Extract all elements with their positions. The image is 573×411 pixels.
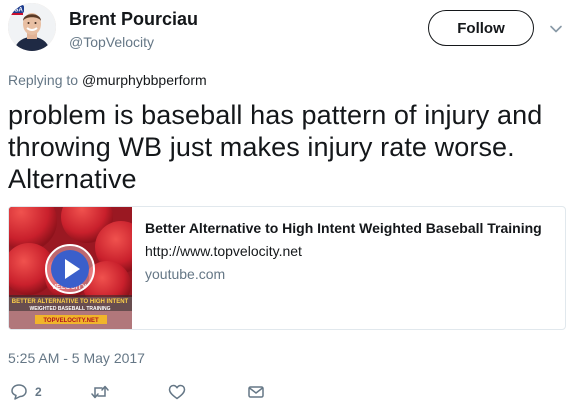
avatar[interactable]: USA: [8, 3, 56, 51]
reply-icon: [10, 383, 28, 401]
like-action[interactable]: [168, 383, 186, 401]
link-card[interactable]: VELOCITY BETTER ALTERNATIVE TO HIGH INTE…: [8, 206, 566, 330]
user-name[interactable]: Brent Pourciau: [69, 9, 198, 29]
replying-mention-link[interactable]: @murphybbperform: [82, 72, 207, 88]
card-title: Better Alternative to High Intent Weight…: [145, 220, 542, 236]
tweet: USA Brent Pourciau @TopVelocity Follow R…: [0, 0, 573, 411]
envelope-icon: [247, 383, 265, 401]
retweet-action[interactable]: [90, 383, 110, 401]
user-handle[interactable]: @TopVelocity: [69, 33, 154, 51]
thumb-brand: TOPVELOCITY.NET: [43, 318, 99, 324]
reply-count: 2: [35, 385, 42, 399]
card-thumbnail[interactable]: VELOCITY BETTER ALTERNATIVE TO HIGH INTE…: [9, 207, 132, 329]
thumb-caption-line1: BETTER ALTERNATIVE TO HIGH INTENT: [12, 299, 129, 305]
thumb-caption-line2: WEIGHTED BASEBALL TRAINING: [29, 306, 110, 312]
card-domain: youtube.com: [145, 266, 226, 282]
reply-action[interactable]: 2: [10, 383, 42, 401]
avatar-image: USA: [8, 3, 56, 51]
follow-button[interactable]: Follow: [428, 10, 534, 46]
chevron-down-icon[interactable]: [549, 22, 563, 36]
avatar-badge: USA: [10, 8, 23, 14]
retweet-icon: [90, 383, 110, 401]
play-icon[interactable]: [44, 243, 96, 295]
tweet-text: problem is baseball has pattern of injur…: [8, 100, 543, 194]
replying-to: Replying to @murphybbperform: [8, 71, 207, 89]
message-action[interactable]: [247, 383, 265, 401]
card-description: http://www.topvelocity.net: [145, 243, 302, 259]
replying-prefix: Replying to: [8, 72, 79, 88]
heart-icon: [168, 383, 186, 401]
tweet-timestamp[interactable]: 5:25 AM - 5 May 2017: [8, 349, 145, 367]
